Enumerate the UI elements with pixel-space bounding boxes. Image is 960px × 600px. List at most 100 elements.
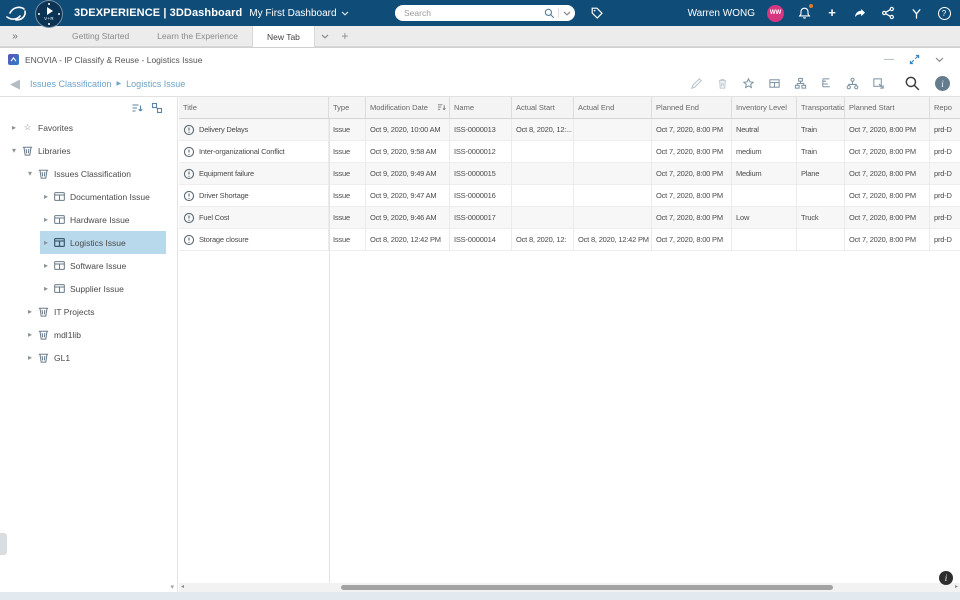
table-cell: Oct 7, 2020, 8:00 PM <box>652 229 732 251</box>
help-icon[interactable]: ? <box>936 5 952 21</box>
library-icon <box>20 144 35 157</box>
collapse-all-icon[interactable] <box>151 102 163 114</box>
table-view-icon[interactable] <box>767 76 782 91</box>
breadcrumb-logistics-issue[interactable]: Logistics Issue <box>126 79 185 89</box>
maximize-icon[interactable] <box>909 54 920 65</box>
scroll-left-icon[interactable]: ◂ <box>181 583 184 592</box>
info-button[interactable]: i <box>939 571 953 585</box>
org-chart-icon[interactable] <box>845 76 860 91</box>
sidebar-item-favorites[interactable]: ▸ ☆ Favorites <box>0 116 177 139</box>
chevron-right-icon[interactable]: ▸ <box>40 284 52 293</box>
column-header-repo[interactable]: Repo <box>930 97 960 118</box>
3ds-logo[interactable] <box>4 4 30 22</box>
sidebar-item-gl1[interactable]: ▸ GL1 <box>0 346 177 369</box>
notifications-bell-icon[interactable] <box>796 3 814 21</box>
chevron-right-icon[interactable]: ▸ <box>40 238 52 247</box>
table-row[interactable]: Fuel Cost Issue Oct 9, 2020, 9:46 AM ISS… <box>179 207 960 229</box>
cell-title: Fuel Cost <box>179 207 329 229</box>
scroll-right-icon[interactable]: ▸ <box>955 583 958 592</box>
search-options-dropdown[interactable] <box>559 11 575 16</box>
sidebar-item-label: Supplier Issue <box>70 283 124 294</box>
panel-handle[interactable] <box>0 533 7 555</box>
sidebar-item-documentation-issue[interactable]: ▸ Documentation Issue <box>0 185 177 208</box>
sidebar-item-label: mdl1lib <box>54 329 81 340</box>
compass-icon[interactable]: V+R <box>35 0 63 28</box>
column-header-modification-date[interactable]: Modification Date <box>366 97 450 118</box>
sidebar-item-it-projects[interactable]: ▸ IT Projects <box>0 300 177 323</box>
column-header-title[interactable]: Title <box>179 97 329 118</box>
chevron-down-icon[interactable]: ▾ <box>8 146 20 155</box>
sidebar-item-issues-classification[interactable]: ▾ Issues Classification <box>0 162 177 185</box>
column-header-planned-start[interactable]: Planned Start <box>845 97 930 118</box>
search-icon[interactable] <box>904 75 921 92</box>
panel-toggle-icon[interactable]: » <box>0 26 30 46</box>
table-row[interactable]: Storage closure Issue Oct 8, 2020, 12:42… <box>179 229 960 251</box>
table-cell: Neutral <box>732 119 797 141</box>
chevron-right-icon[interactable]: ▸ <box>24 353 36 362</box>
tab-learn-the-experience[interactable]: Learn the Experience <box>143 26 252 46</box>
column-header-transportation[interactable]: Transportation... <box>797 97 845 118</box>
export-table-icon[interactable] <box>871 76 886 91</box>
chevron-down-icon <box>341 11 348 16</box>
share-icon[interactable] <box>852 5 868 21</box>
collapse-chevron-icon[interactable] <box>935 57 944 63</box>
brand-title[interactable]: 3DEXPERIENCE | 3DDashboard <box>74 7 242 19</box>
table-row[interactable]: Delivery Delays Issue Oct 9, 2020, 10:00… <box>179 119 960 141</box>
column-header-type[interactable]: Type <box>329 97 366 118</box>
cell-text: Storage closure <box>199 235 249 244</box>
column-header-actual-start[interactable]: Actual Start <box>512 97 574 118</box>
scroll-down-icon[interactable]: ▾ <box>170 583 174 591</box>
toolbar: ◀ Issues Classification ▶ Logistics Issu… <box>0 71 960 97</box>
chevron-right-icon[interactable]: ▸ <box>8 123 20 132</box>
table-cell: Oct 8, 2020, 12:... <box>512 119 574 141</box>
sort-icon[interactable] <box>131 102 143 114</box>
dashboard-title[interactable]: My First Dashboard <box>249 8 348 19</box>
breadcrumb-issues-classification[interactable]: Issues Classification <box>30 79 112 89</box>
sidebar-item-logistics-issue[interactable]: ▸ Logistics Issue <box>0 231 177 254</box>
search-input[interactable] <box>395 8 540 18</box>
delete-icon[interactable] <box>715 76 730 91</box>
column-header-name[interactable]: Name <box>450 97 512 118</box>
sidebar-item-label: IT Projects <box>54 306 95 317</box>
favorite-icon[interactable] <box>741 76 756 91</box>
class-icon <box>52 190 67 203</box>
sidebar-item-mdl1lib[interactable]: ▸ mdl1lib <box>0 323 177 346</box>
edit-icon[interactable] <box>689 76 704 91</box>
chevron-right-icon[interactable]: ▸ <box>40 192 52 201</box>
table-row[interactable]: Driver Shortage Issue Oct 9, 2020, 9:47 … <box>179 185 960 207</box>
share-nodes-icon[interactable] <box>880 5 896 21</box>
scrollbar-thumb[interactable] <box>341 585 833 590</box>
tab-new-tab[interactable]: New Tab <box>251 26 315 47</box>
chevron-right-icon[interactable]: ▸ <box>24 330 36 339</box>
sidebar-item-hardware-issue[interactable]: ▸ Hardware Issue <box>0 208 177 231</box>
chevron-right-icon[interactable]: ▸ <box>40 215 52 224</box>
tab-menu-chevron-icon[interactable] <box>315 26 335 46</box>
tree-view-icon[interactable] <box>819 76 834 91</box>
info-icon[interactable]: i <box>935 76 950 91</box>
sidebar-item-software-issue[interactable]: ▸ Software Issue <box>0 254 177 277</box>
hierarchy-view-icon[interactable] <box>793 76 808 91</box>
compass-quadrant-dots <box>48 3 50 5</box>
tag-icon[interactable] <box>590 6 604 20</box>
table-row[interactable]: Equipment failure Issue Oct 9, 2020, 9:4… <box>179 163 960 185</box>
chevron-right-icon[interactable]: ▸ <box>24 307 36 316</box>
table-row[interactable]: Inter-organizational Conflict Issue Oct … <box>179 141 960 163</box>
community-icon[interactable] <box>908 5 924 21</box>
back-icon[interactable]: ◀ <box>10 76 20 92</box>
sidebar-item-libraries[interactable]: ▾ Libraries <box>0 139 177 162</box>
column-header-inventory-level[interactable]: Inventory Level <box>732 97 797 118</box>
horizontal-scrollbar[interactable]: ◂ ▸ <box>179 583 960 592</box>
add-tab-button[interactable]: + <box>335 26 355 46</box>
sidebar-item-supplier-issue[interactable]: ▸ Supplier Issue <box>0 277 177 300</box>
column-header-planned-end[interactable]: Planned End <box>652 97 732 118</box>
chevron-down-icon[interactable]: ▾ <box>24 169 36 178</box>
chevron-right-icon[interactable]: ▸ <box>40 261 52 270</box>
tab-getting-started[interactable]: Getting Started <box>58 26 143 46</box>
add-content-button[interactable]: + <box>824 5 840 21</box>
table-cell <box>732 229 797 251</box>
minimize-icon[interactable]: — <box>884 54 894 65</box>
search-icon[interactable] <box>540 8 558 19</box>
column-header-actual-end[interactable]: Actual End <box>574 97 652 118</box>
user-name[interactable]: Warren WONG <box>688 8 755 19</box>
avatar[interactable]: WW <box>767 4 784 22</box>
